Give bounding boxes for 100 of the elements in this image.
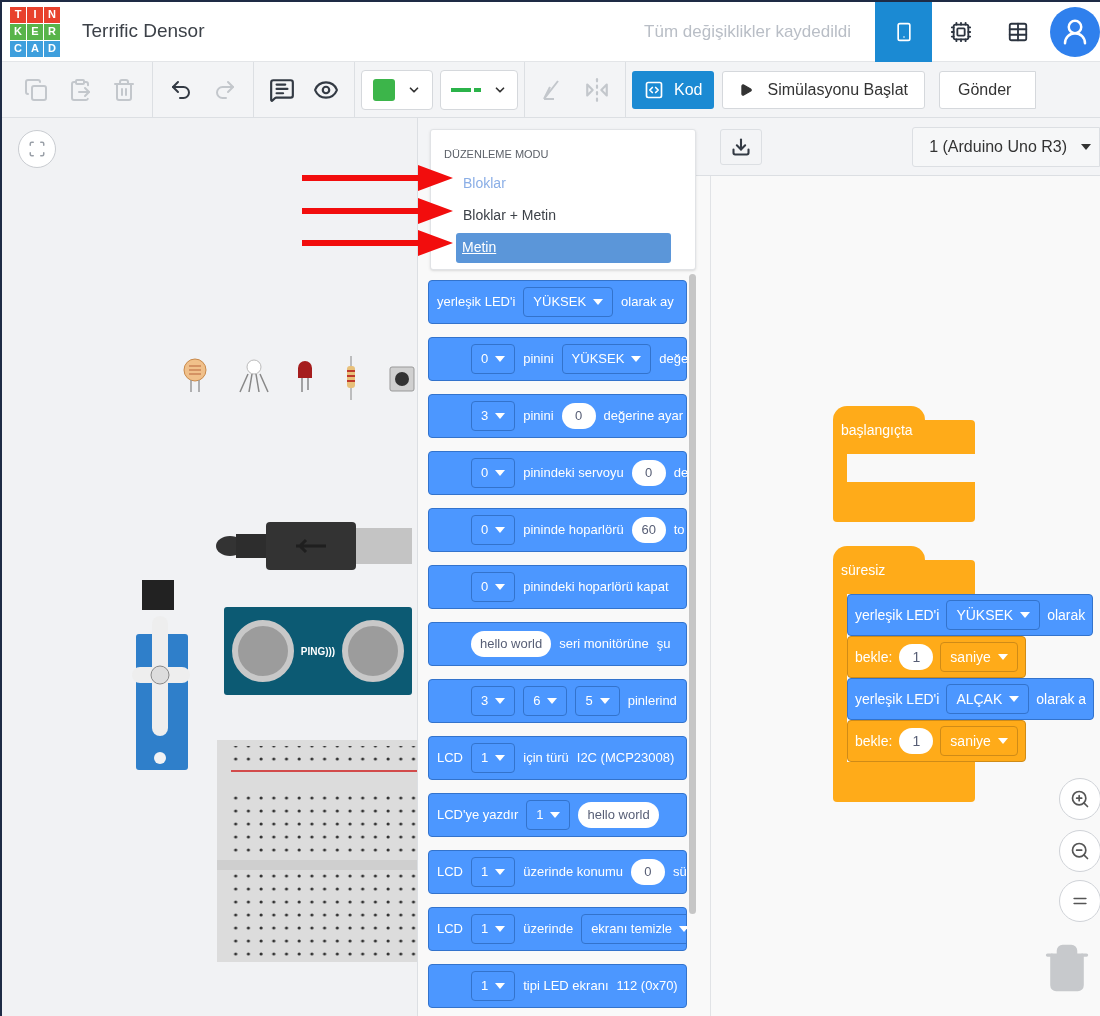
block-input[interactable]: 1 — [899, 728, 934, 754]
block-dropdown[interactable]: 1 — [471, 743, 516, 773]
line-style-dropdown[interactable] — [440, 69, 518, 110]
block-dropdown[interactable]: YÜKSEK — [946, 600, 1041, 630]
block-label: tipi LED ekranı — [523, 977, 609, 996]
block-label: pininde hoparlörü — [523, 521, 624, 540]
block-dropdown[interactable]: 5 — [575, 686, 620, 716]
block-label: bekle: — [855, 731, 893, 751]
code-block[interactable]: 0 pinindeki servoyu 0 de — [428, 451, 687, 495]
block-label: değe — [659, 350, 687, 369]
block-input[interactable]: hello world — [578, 802, 659, 828]
block-dropdown[interactable]: 6 — [523, 686, 568, 716]
caret-icon — [997, 738, 1008, 744]
block-label: yerleşik LED'i — [855, 605, 940, 625]
block-dropdown[interactable]: 1 — [471, 857, 516, 887]
fill-color-dropdown[interactable] — [361, 69, 433, 110]
block-label: pinini — [523, 407, 554, 426]
code-block[interactable]: LCD 1 için türü I2C (MCP23008) — [428, 736, 687, 780]
led-drawing — [296, 360, 314, 392]
block-dropdown[interactable]: 1 — [471, 971, 516, 1001]
event-block[interactable]: süresiz — [833, 560, 975, 594]
block-dropdown[interactable]: ekranı temizle — [581, 914, 687, 944]
send-button[interactable]: Gönder — [939, 70, 1037, 109]
code-block[interactable]: 3 6 5 pinlerind — [428, 679, 687, 723]
play-icon — [739, 82, 754, 97]
block-input[interactable]: 0 — [561, 403, 596, 429]
zoom-in-button[interactable] — [1059, 778, 1100, 820]
project-title[interactable]: Terrific Densor — [82, 17, 205, 46]
block-dropdown[interactable]: 0 — [471, 515, 516, 545]
caret-icon — [495, 926, 506, 932]
caret-icon — [495, 698, 506, 704]
block-label: de — [673, 464, 687, 483]
code-block[interactable]: LCD 1 üzerinde konumu 0 sü — [428, 850, 687, 894]
fit-view-button[interactable] — [18, 130, 56, 168]
user-avatar[interactable] — [1050, 6, 1100, 57]
caret-icon — [997, 654, 1008, 660]
event-block[interactable]: başlangıçta — [833, 420, 975, 454]
note-icon — [269, 76, 295, 103]
menu-option[interactable]: Bloklar — [463, 168, 506, 199]
line-style-icon — [451, 87, 481, 92]
code-block[interactable]: 0 pinindeki hoparlörü kapat — [428, 565, 687, 609]
rgb-led-drawing — [236, 358, 272, 394]
block-input[interactable]: 1 — [899, 644, 934, 670]
code-block[interactable]: bekle: 1 saniye — [847, 720, 1026, 762]
code-button[interactable]: Kod — [632, 70, 715, 109]
code-block[interactable]: yerleşik LED'i YÜKSEK olarak — [847, 594, 1094, 636]
block-dropdown[interactable]: 1 — [471, 914, 516, 944]
start-simulation-button[interactable]: Simülasyonu Başlat — [722, 70, 925, 109]
code-block[interactable]: bekle: 1 saniye — [847, 636, 1026, 678]
block-label: pinini — [523, 350, 554, 369]
block-label: 112 (0x70) — [616, 977, 678, 996]
zoom-in-icon — [1070, 789, 1090, 809]
code-block[interactable]: hello world seri monitörüne şu — [428, 622, 687, 666]
block-label: olarak ay — [621, 293, 674, 312]
code-block[interactable]: 1 tipi LED ekranı 112 (0x70) — [428, 964, 687, 1008]
block-input[interactable]: hello world — [471, 631, 552, 657]
code-block[interactable]: 0 pinini YÜKSEK değe — [428, 337, 687, 381]
caret-icon — [495, 584, 506, 590]
block-label: to — [673, 521, 685, 540]
download-button[interactable] — [720, 128, 762, 165]
block-dropdown[interactable]: 0 — [471, 458, 516, 488]
block-dropdown[interactable]: YÜKSEK — [561, 344, 652, 374]
logo-letter: T — [10, 6, 26, 23]
block-label: değerine ayar — [603, 407, 684, 426]
caret-icon — [495, 869, 506, 875]
app-logo[interactable]: T I N K E R C A D — [10, 6, 60, 57]
menu-option[interactable]: Bloklar + Metin — [463, 200, 556, 231]
code-block[interactable]: 0 pininde hoparlörü 60 to — [428, 508, 687, 552]
block-input[interactable]: 0 — [631, 859, 665, 885]
code-block[interactable]: LCD'ye yazdır 1 hello world — [428, 793, 687, 837]
logo-letter: N — [44, 6, 60, 23]
chip-icon — [949, 20, 972, 43]
code-block[interactable]: 3 pinini 0 değerine ayar — [428, 394, 687, 438]
code-block[interactable]: LCD 1 üzerinde ekranı temizle — [428, 907, 687, 951]
caret-icon — [495, 527, 506, 533]
code-block[interactable]: yerleşik LED'i YÜKSEK olarak ay — [428, 280, 687, 324]
scrollbar[interactable] — [689, 274, 696, 914]
caret-icon — [599, 698, 610, 704]
caret-icon — [1020, 612, 1031, 618]
menu-option[interactable]: Metin — [456, 232, 671, 263]
save-status: Tüm değişiklikler kaydedildi — [644, 20, 851, 43]
block-label: LCD — [437, 863, 463, 882]
block-dropdown[interactable]: saniye — [940, 726, 1018, 756]
block-input[interactable]: 0 — [631, 460, 666, 486]
device-dropdown[interactable]: 1 (Arduino Uno R3) — [912, 126, 1100, 167]
block-input[interactable]: 60 — [631, 517, 666, 543]
caret-icon — [1009, 696, 1020, 702]
logo-letter: R — [44, 23, 60, 40]
block-dropdown[interactable]: ALÇAK — [946, 684, 1030, 714]
block-dropdown[interactable]: 3 — [471, 401, 516, 431]
menu-heading: DÜZENLEME MODU — [444, 147, 550, 162]
code-block[interactable]: yerleşik LED'i ALÇAK olarak a — [847, 678, 1095, 720]
block-dropdown[interactable]: 0 — [471, 572, 516, 602]
block-dropdown[interactable]: YÜKSEK — [523, 287, 614, 317]
block-dropdown[interactable]: 0 — [471, 344, 516, 374]
block-dropdown[interactable]: 3 — [471, 686, 516, 716]
block-dropdown[interactable]: 1 — [526, 800, 571, 830]
reset-zoom-button[interactable] — [1059, 880, 1100, 922]
zoom-out-button[interactable] — [1059, 830, 1100, 872]
block-dropdown[interactable]: saniye — [940, 642, 1018, 672]
